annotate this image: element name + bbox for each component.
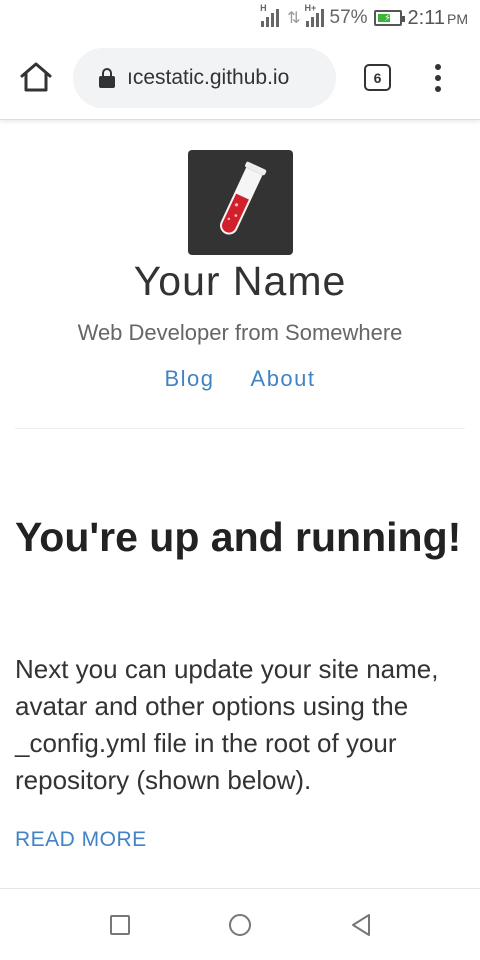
system-nav-bar	[0, 888, 480, 960]
site-nav: Blog About	[0, 366, 480, 392]
battery-percent: 57%	[329, 7, 368, 28]
clock: 2:11 PM	[408, 7, 468, 30]
signal-type-label-2: H+	[304, 3, 317, 13]
clock-ampm: PM	[447, 10, 468, 27]
home-circle-icon[interactable]	[229, 914, 251, 936]
signal-icon-2: H+	[305, 3, 324, 27]
read-more-link[interactable]: READ MORE	[15, 828, 147, 852]
recents-icon[interactable]	[110, 915, 130, 935]
nav-link-blog[interactable]: Blog	[164, 366, 214, 392]
clock-time: 2:11	[407, 6, 445, 29]
overflow-menu-icon	[435, 64, 441, 70]
overflow-menu-button[interactable]	[428, 64, 448, 92]
avatar[interactable]	[188, 150, 293, 255]
url-text: ıcestatic.github.io	[127, 66, 290, 89]
test-tube-icon	[220, 161, 267, 235]
data-activity-icon: ⇅	[287, 10, 301, 27]
post-excerpt: Next you can update your site name, avat…	[15, 654, 439, 795]
browser-toolbar: ıcestatic.github.io 6	[0, 36, 480, 120]
back-icon[interactable]	[350, 913, 372, 937]
site-tagline: Web Developer from Somewhere	[77, 320, 403, 345]
tab-count: 6	[373, 69, 382, 86]
header-divider	[15, 428, 465, 429]
tab-switcher-button[interactable]: 6	[364, 64, 391, 91]
signal-type-label: H	[260, 3, 267, 13]
address-bar[interactable]: ıcestatic.github.io	[73, 48, 336, 108]
site-name[interactable]: Your Name	[0, 258, 480, 305]
battery-icon: ⚡	[373, 10, 405, 26]
home-button[interactable]	[18, 60, 54, 94]
lock-icon	[99, 68, 115, 88]
nav-link-about[interactable]: About	[251, 366, 316, 392]
signal-icon: H	[260, 3, 280, 27]
post-title[interactable]: You're up and running!	[15, 506, 465, 568]
status-bar: H ⇅ H+ 57% ⚡ 2:11 PM	[0, 0, 480, 36]
home-icon	[20, 62, 52, 92]
